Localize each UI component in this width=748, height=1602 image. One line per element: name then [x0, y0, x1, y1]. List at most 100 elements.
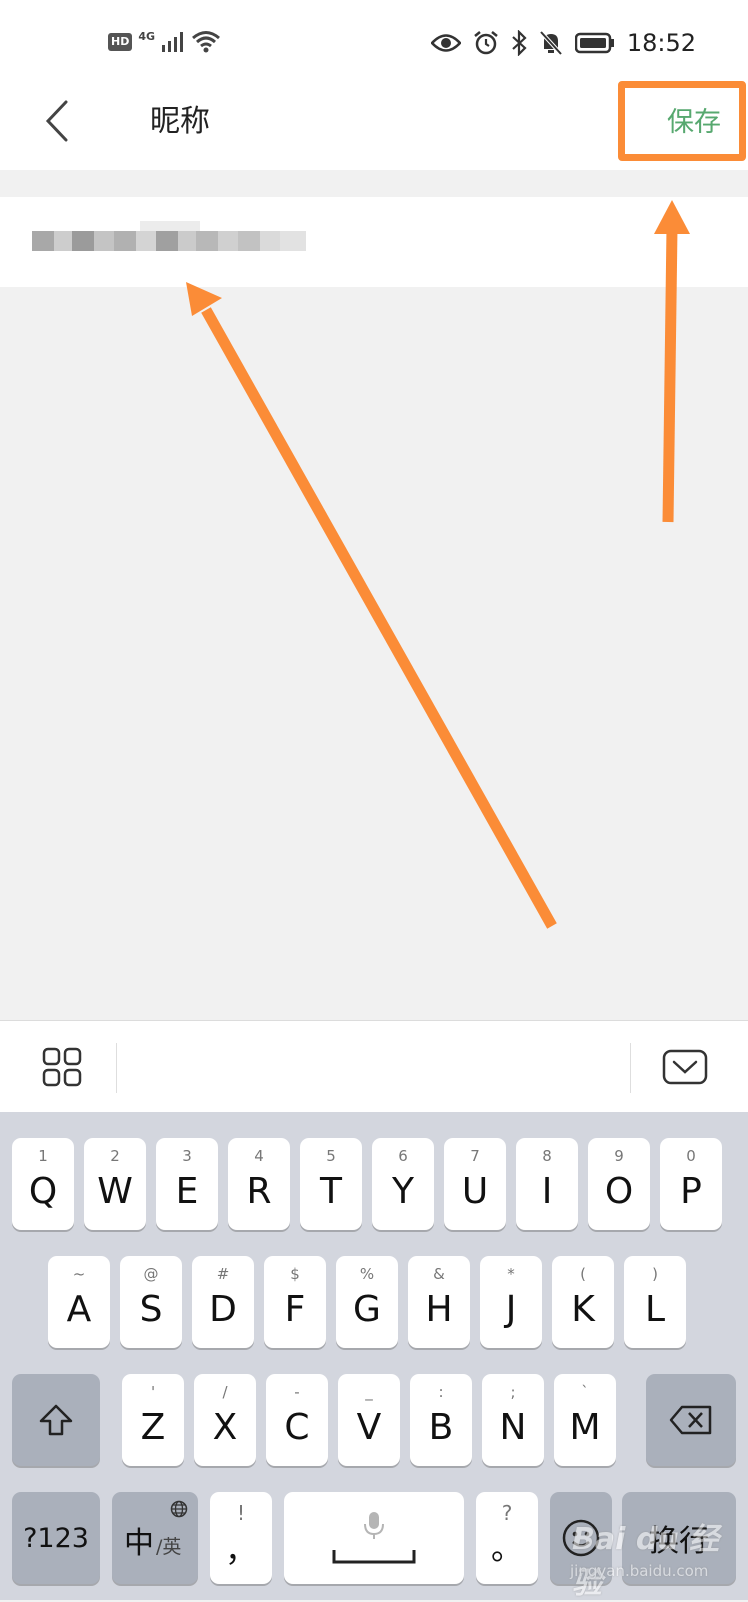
save-button[interactable]: 保存 — [618, 81, 746, 161]
key-primary-label: E — [175, 1171, 199, 1212]
status-right: 18:52 — [430, 28, 696, 58]
toolbar-divider — [630, 1043, 631, 1093]
key-primary-label: L — [644, 1289, 666, 1330]
key-secondary-label: 1 — [38, 1147, 48, 1165]
key-h[interactable]: & H — [408, 1256, 470, 1348]
mute-bell-icon — [539, 30, 563, 56]
hd-badge: HD — [108, 33, 133, 51]
key-x[interactable]: / X — [194, 1374, 256, 1466]
key-secondary-label: ; — [510, 1383, 516, 1401]
key-u[interactable]: 7U — [444, 1138, 506, 1230]
key-primary-label: T — [320, 1171, 342, 1212]
key-v[interactable]: _ V — [338, 1374, 400, 1466]
comma-secondary: ! — [236, 1501, 246, 1525]
key-l[interactable]: ) L — [624, 1256, 686, 1348]
key-g[interactable]: % G — [336, 1256, 398, 1348]
period-primary: 。 — [490, 1529, 523, 1567]
arrow-to-input-head — [186, 282, 222, 316]
symbols-key[interactable]: ?123 — [12, 1492, 100, 1584]
nickname-input-row[interactable] — [0, 197, 748, 287]
comma-primary: ， — [224, 1531, 257, 1569]
nickname-input-blurred[interactable] — [28, 221, 328, 263]
language-switch-key[interactable]: 中 /英 — [112, 1492, 198, 1584]
space-bar-icon — [332, 1550, 416, 1564]
toolbar-divider — [116, 1043, 117, 1093]
eye-icon — [430, 34, 461, 52]
key-secondary-label: : — [438, 1383, 444, 1401]
alarm-icon — [474, 31, 498, 55]
back-arrow-icon[interactable] — [40, 98, 76, 144]
key-r[interactable]: 4R — [228, 1138, 290, 1230]
key-secondary-label: $ — [290, 1265, 300, 1283]
key-primary-label: X — [212, 1407, 238, 1448]
key-primary-label: V — [356, 1407, 382, 1448]
comma-key[interactable]: ! ， — [210, 1492, 272, 1584]
key-b[interactable]: :B — [410, 1374, 472, 1466]
key-primary-label: K — [571, 1289, 595, 1330]
backspace-key[interactable] — [646, 1374, 736, 1466]
key-secondary-label: 5 — [326, 1147, 336, 1165]
key-secondary-label: / — [222, 1383, 228, 1401]
arrow-to-input — [201, 307, 557, 929]
key-secondary-label: ' — [150, 1383, 156, 1401]
key-a[interactable]: ~ A — [48, 1256, 110, 1348]
key-primary-label: J — [505, 1289, 517, 1330]
key-e[interactable]: 3E — [156, 1138, 218, 1230]
key-secondary-label: ( — [580, 1265, 586, 1283]
key-secondary-label: # — [216, 1265, 230, 1283]
key-y[interactable]: 6Y — [372, 1138, 434, 1230]
key-m[interactable]: ` M — [554, 1374, 616, 1466]
battery-icon — [574, 32, 614, 54]
lang-secondary-label: /英 — [156, 1536, 182, 1558]
key-secondary-label: 3 — [182, 1147, 192, 1165]
key-secondary-label: _ — [365, 1383, 373, 1401]
key-secondary-label: & — [433, 1265, 445, 1283]
key-primary-label: O — [604, 1171, 634, 1212]
key-t[interactable]: 5T — [300, 1138, 362, 1230]
key-primary-label: G — [353, 1289, 381, 1330]
key-j[interactable]: * J — [480, 1256, 542, 1348]
shift-key[interactable] — [12, 1374, 100, 1466]
key-c[interactable]: -C — [266, 1374, 328, 1466]
key-primary-label: Y — [392, 1171, 414, 1212]
apps-grid-icon[interactable] — [42, 1047, 82, 1087]
key-q[interactable]: 1Q — [12, 1138, 74, 1230]
key-z[interactable]: ' Z — [122, 1374, 184, 1466]
symbols-label: ?123 — [23, 1522, 89, 1554]
period-key[interactable]: ? 。 — [476, 1492, 538, 1584]
microphone-icon — [364, 1512, 384, 1539]
key-k[interactable]: (K — [552, 1256, 614, 1348]
key-secondary-label: % — [359, 1265, 375, 1283]
period-secondary: ? — [501, 1501, 513, 1525]
enter-key[interactable]: 换行 — [622, 1492, 736, 1584]
key-s[interactable]: @ S — [120, 1256, 182, 1348]
enter-label: 换行 — [649, 1524, 709, 1559]
space-key[interactable] — [284, 1492, 464, 1584]
key-primary-label: R — [246, 1171, 272, 1212]
key-primary-label: F — [284, 1289, 306, 1330]
key-p[interactable]: 0P — [660, 1138, 722, 1230]
key-primary-label: H — [425, 1289, 453, 1330]
key-o[interactable]: 9O — [588, 1138, 650, 1230]
hide-keyboard-icon[interactable] — [662, 1049, 708, 1085]
key-w[interactable]: 2W — [84, 1138, 146, 1230]
key-i[interactable]: 8I — [516, 1138, 578, 1230]
backspace-icon — [669, 1405, 712, 1435]
key-secondary-label: 6 — [398, 1147, 408, 1165]
key-secondary-label: ` — [581, 1383, 589, 1401]
wifi-icon — [192, 31, 220, 53]
page-title: 昵称 — [150, 104, 210, 139]
emoji-key[interactable] — [550, 1492, 612, 1584]
keyboard-toolbar — [0, 1020, 748, 1113]
key-primary-label: D — [209, 1289, 237, 1330]
key-secondary-label: 8 — [542, 1147, 552, 1165]
key-primary-label: I — [541, 1171, 553, 1212]
key-n[interactable]: ; N — [482, 1374, 544, 1466]
key-f[interactable]: $ F — [264, 1256, 326, 1348]
key-d[interactable]: # D — [192, 1256, 254, 1348]
key-secondary-label: * — [507, 1265, 515, 1283]
key-primary-label: U — [461, 1171, 489, 1212]
key-secondary-label: 9 — [614, 1147, 624, 1165]
globe-icon — [170, 1500, 188, 1518]
key-primary-label: B — [428, 1407, 454, 1448]
